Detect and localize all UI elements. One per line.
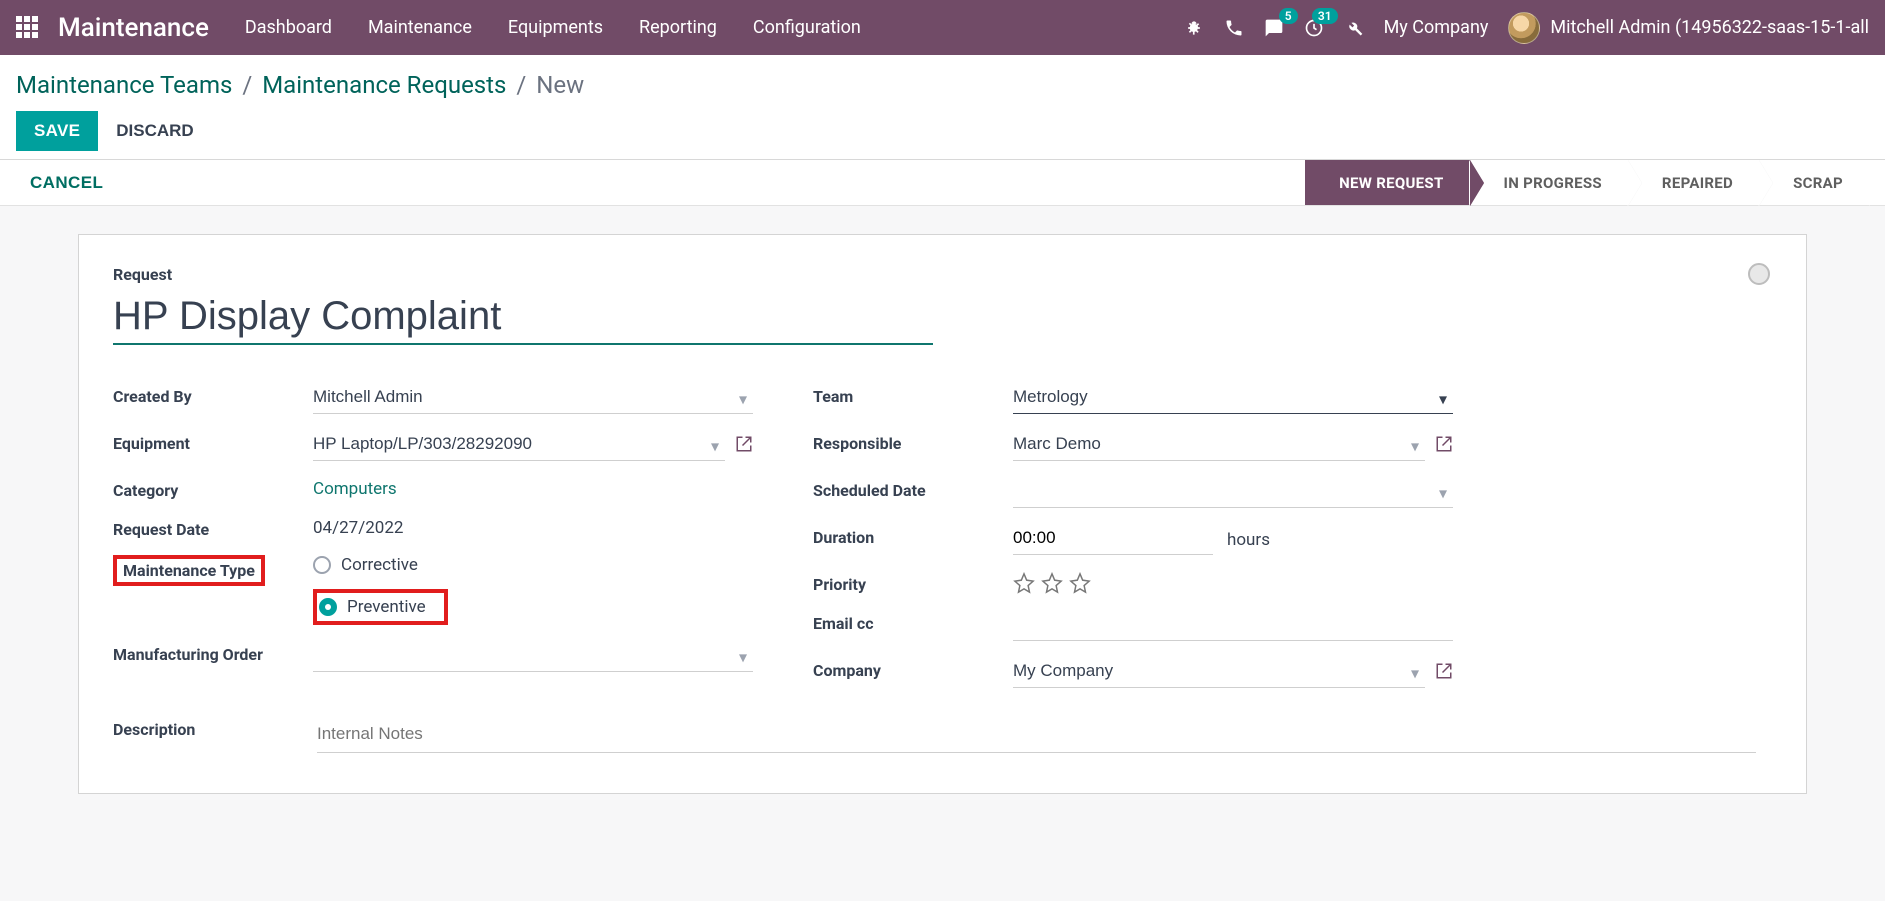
equipment-input[interactable] xyxy=(313,430,725,461)
breadcrumb-teams[interactable]: Maintenance Teams xyxy=(16,71,232,99)
label-description: Description xyxy=(113,720,313,739)
control-panel: Maintenance Teams / Maintenance Requests… xyxy=(0,55,1885,160)
duration-input[interactable] xyxy=(1013,524,1213,555)
activities-icon[interactable]: 31 xyxy=(1304,18,1324,38)
scheduled-date-input[interactable] xyxy=(1013,477,1453,508)
priority-stars[interactable] xyxy=(1013,572,1453,594)
external-link-icon[interactable] xyxy=(1435,435,1453,457)
email-cc-input[interactable] xyxy=(1013,610,1453,641)
menu-maintenance[interactable]: Maintenance xyxy=(368,17,472,38)
status-new-request[interactable]: NEW REQUEST xyxy=(1305,160,1469,205)
kanban-state-selector[interactable] xyxy=(1748,263,1770,285)
label-priority: Priority xyxy=(813,563,1013,602)
menu-equipments[interactable]: Equipments xyxy=(508,17,603,38)
company-input[interactable] xyxy=(1013,657,1425,688)
username: Mitchell Admin (14956322-saas-15-1-all xyxy=(1550,17,1869,38)
status-in-progress[interactable]: IN PROGRESS xyxy=(1470,160,1628,205)
manufacturing-order-input[interactable] xyxy=(313,641,753,672)
activities-badge: 31 xyxy=(1312,8,1338,24)
label-company: Company xyxy=(813,649,1013,696)
team-input[interactable] xyxy=(1013,383,1453,414)
discard-button[interactable]: DISCARD xyxy=(116,121,193,141)
breadcrumb: Maintenance Teams / Maintenance Requests… xyxy=(16,71,1869,99)
radio-preventive[interactable]: Preventive xyxy=(319,597,426,617)
apps-icon[interactable] xyxy=(16,16,40,40)
label-scheduled-date: Scheduled Date xyxy=(813,469,1013,516)
breadcrumb-requests[interactable]: Maintenance Requests xyxy=(262,71,506,99)
external-link-icon[interactable] xyxy=(735,435,753,457)
request-name-input[interactable] xyxy=(113,292,933,345)
status-steps: NEW REQUEST IN PROGRESS REPAIRED SCRAP xyxy=(1305,160,1869,205)
phone-icon[interactable] xyxy=(1224,18,1244,38)
star-icon[interactable] xyxy=(1069,572,1091,594)
app-brand[interactable]: Maintenance xyxy=(58,13,209,43)
menu-configuration[interactable]: Configuration xyxy=(753,17,861,38)
messages-badge: 5 xyxy=(1279,8,1298,24)
label-created-by: Created By xyxy=(113,375,313,422)
navbar: Maintenance Dashboard Maintenance Equipm… xyxy=(0,0,1885,55)
label-equipment: Equipment xyxy=(113,422,313,469)
maintenance-type-radio-group: Corrective Preventive xyxy=(313,555,753,625)
messages-icon[interactable]: 5 xyxy=(1264,18,1284,38)
responsible-input[interactable] xyxy=(1013,430,1425,461)
request-name-label: Request xyxy=(113,265,1772,284)
menu-dashboard[interactable]: Dashboard xyxy=(245,17,332,38)
save-button[interactable]: SAVE xyxy=(16,111,98,151)
description-input[interactable] xyxy=(317,720,1756,753)
label-category: Category xyxy=(113,469,313,508)
star-icon[interactable] xyxy=(1041,572,1063,594)
external-link-icon[interactable] xyxy=(1435,662,1453,684)
status-repaired[interactable]: REPAIRED xyxy=(1628,160,1759,205)
created-by-input[interactable] xyxy=(313,383,753,414)
tools-icon[interactable] xyxy=(1344,18,1364,38)
radio-corrective[interactable]: Corrective xyxy=(313,555,753,575)
label-request-date: Request Date xyxy=(113,508,313,547)
label-team: Team xyxy=(813,375,1013,422)
bug-icon[interactable] xyxy=(1184,18,1204,38)
avatar xyxy=(1508,12,1540,44)
label-maintenance-type: Maintenance Type xyxy=(113,555,265,586)
menu-reporting[interactable]: Reporting xyxy=(639,17,717,38)
status-scrap[interactable]: SCRAP xyxy=(1759,160,1869,205)
label-responsible: Responsible xyxy=(813,422,1013,469)
star-icon[interactable] xyxy=(1013,572,1035,594)
request-date-value: 04/27/2022 xyxy=(313,518,403,538)
label-manufacturing-order: Manufacturing Order xyxy=(113,633,313,680)
duration-unit: hours xyxy=(1227,530,1270,550)
company-selector[interactable]: My Company xyxy=(1384,17,1489,38)
cancel-button[interactable]: CANCEL xyxy=(30,173,103,193)
main-menu: Dashboard Maintenance Equipments Reporti… xyxy=(245,17,861,38)
user-menu[interactable]: Mitchell Admin (14956322-saas-15-1-all xyxy=(1508,12,1869,44)
form-sheet: Request Created By ▾ xyxy=(78,234,1807,794)
status-bar: CANCEL NEW REQUEST IN PROGRESS REPAIRED … xyxy=(0,160,1885,206)
category-link[interactable]: Computers xyxy=(313,479,397,499)
label-duration: Duration xyxy=(813,516,1013,563)
label-email-cc: Email cc xyxy=(813,602,1013,649)
breadcrumb-current: New xyxy=(536,71,584,99)
